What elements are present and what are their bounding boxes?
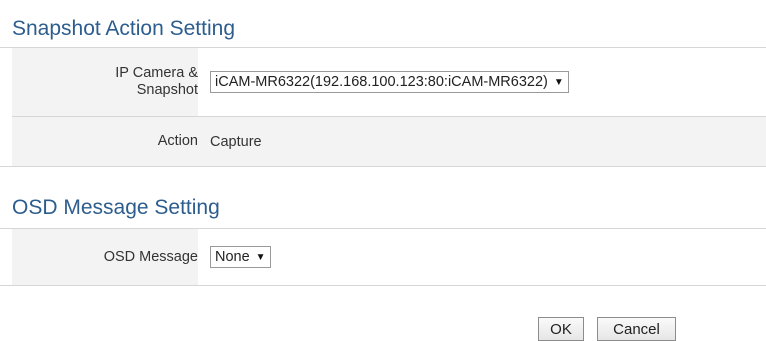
osd-message-row: OSD Message None ▼	[12, 229, 766, 285]
camera-row: IP Camera & Snapshot iCAM-MR6322(192.168…	[12, 48, 766, 116]
osd-table-bottom-divider	[0, 285, 766, 286]
camera-value-cell: iCAM-MR6322(192.168.100.123:80:iCAM-MR63…	[198, 48, 766, 116]
dropdown-arrow-icon: ▼	[553, 76, 564, 88]
snapshot-table-bottom-divider	[0, 166, 766, 167]
action-value: Capture	[210, 133, 262, 150]
osd-section-title: OSD Message Setting	[12, 196, 220, 219]
cancel-button[interactable]: Cancel	[597, 317, 676, 341]
ok-button[interactable]: OK	[538, 317, 584, 341]
dropdown-arrow-icon: ▼	[255, 251, 266, 263]
camera-label-line2: Snapshot	[136, 82, 198, 98]
camera-select-value: iCAM-MR6322(192.168.100.123:80:iCAM-MR63…	[215, 74, 548, 90]
action-label: Action	[12, 117, 198, 166]
osd-message-select[interactable]: None ▼	[210, 246, 271, 268]
snapshot-section-title: Snapshot Action Setting	[12, 17, 235, 40]
osd-message-select-value: None	[215, 249, 250, 265]
osd-message-value-cell: None ▼	[198, 229, 766, 285]
camera-select[interactable]: iCAM-MR6322(192.168.100.123:80:iCAM-MR63…	[210, 71, 569, 93]
osd-message-label: OSD Message	[12, 229, 198, 285]
action-row: Action Capture	[12, 117, 766, 166]
camera-label: IP Camera & Snapshot	[12, 48, 198, 116]
camera-label-line1: IP Camera &	[115, 65, 198, 81]
